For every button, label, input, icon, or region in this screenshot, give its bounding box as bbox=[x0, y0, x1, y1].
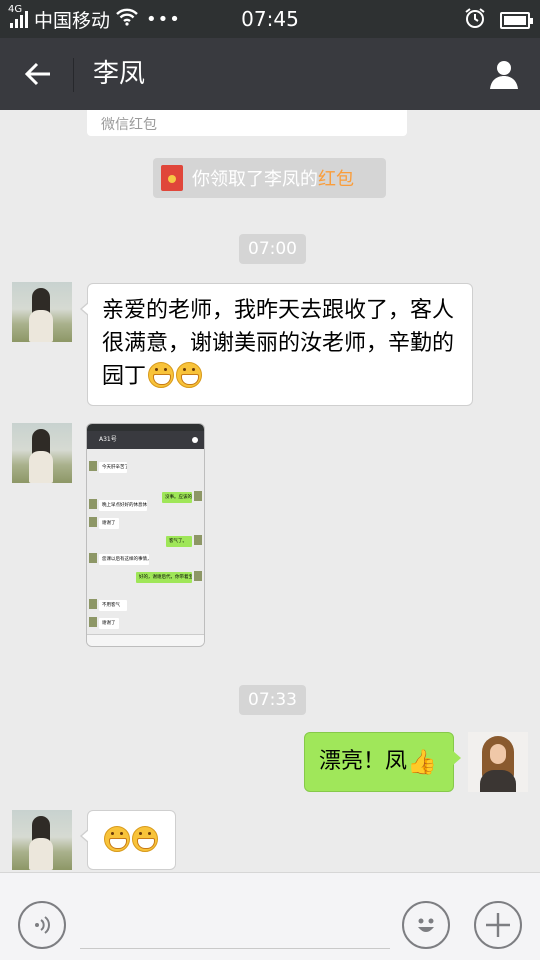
status-bar: 4G 中国移动 ••• 07:45 bbox=[0, 0, 540, 38]
battery-icon bbox=[500, 11, 533, 29]
hongbao-notice-prefix: 你领取了李凤的 bbox=[192, 169, 318, 190]
back-button[interactable] bbox=[18, 56, 58, 92]
chat-area[interactable]: 微信红包 你领取了李凤的红包 07:00 亲爱的老师，我昨天去跟收了，客人很满意… bbox=[0, 110, 540, 872]
more-actions-button[interactable] bbox=[474, 901, 522, 949]
image-message[interactable]: A31号 今天肝辛苦了!没事。应该的晚上早点好好的休息休息!谢谢了客气了。您课以… bbox=[86, 423, 205, 647]
timestamp: 07:33 bbox=[239, 685, 306, 715]
grin-emoji bbox=[148, 362, 175, 388]
input-bar bbox=[0, 872, 540, 960]
mini-avatar bbox=[194, 535, 202, 545]
mini-message: 不用客气 bbox=[99, 600, 127, 611]
title-divider bbox=[73, 58, 74, 92]
grin-emoji bbox=[132, 826, 158, 852]
mini-avatar bbox=[89, 599, 97, 609]
smiley-icon bbox=[418, 918, 434, 932]
mini-avatar bbox=[89, 461, 97, 471]
mini-avatar bbox=[89, 499, 97, 509]
thumbs-up-emoji: 👍 bbox=[407, 748, 437, 776]
chat-info-button[interactable] bbox=[484, 56, 524, 92]
hongbao-card[interactable]: 微信红包 bbox=[87, 110, 407, 136]
message-input[interactable] bbox=[80, 913, 390, 949]
mini-avatar bbox=[89, 517, 97, 527]
my-avatar[interactable] bbox=[468, 732, 528, 792]
message-text: 漂亮！凤 bbox=[319, 749, 408, 774]
emoji-button[interactable] bbox=[402, 901, 450, 949]
mini-avatar bbox=[89, 617, 97, 627]
red-packet-icon bbox=[161, 165, 183, 191]
voice-button[interactable] bbox=[18, 901, 66, 949]
page-title: 李凤 bbox=[93, 59, 146, 89]
mini-input-bar bbox=[87, 634, 204, 646]
avatar[interactable] bbox=[12, 423, 72, 483]
avatar[interactable] bbox=[12, 810, 72, 870]
alarm-icon bbox=[464, 7, 486, 33]
message-bubble-outgoing[interactable]: 漂亮！凤👍 bbox=[304, 732, 461, 792]
hongbao-link[interactable]: 红包 bbox=[318, 169, 354, 190]
plus-icon bbox=[486, 913, 510, 937]
message-bubble[interactable]: 亲爱的老师，我昨天去跟收了，客人很满意，谢谢美丽的汝老师，辛勤的园丁 bbox=[80, 283, 473, 406]
mini-message: 谢谢了 bbox=[99, 618, 119, 629]
mini-message: 谢谢了 bbox=[99, 518, 119, 529]
hongbao-card-label: 微信红包 bbox=[101, 117, 157, 133]
person-icon bbox=[490, 61, 518, 89]
mini-message: 您课以后有这样的事情，在找我 bbox=[99, 554, 149, 565]
mini-avatar bbox=[89, 553, 97, 563]
grin-emoji bbox=[176, 362, 203, 388]
mini-title: A31号 bbox=[87, 431, 204, 449]
grin-emoji bbox=[104, 826, 130, 852]
mini-message: 今天肝辛苦了! bbox=[99, 462, 127, 473]
status-right bbox=[464, 7, 533, 33]
status-time: 07:45 bbox=[241, 7, 299, 31]
mini-message: 好的，谢谢后代，你带着宝贝一直去睡，也辛苦了，好好休息 bbox=[136, 572, 192, 583]
mini-avatar bbox=[194, 571, 202, 581]
message-bubble[interactable] bbox=[80, 810, 176, 870]
hongbao-notice-text: 你领取了李凤的红包 bbox=[192, 165, 354, 191]
mini-message: 晚上早点好好的休息休息! bbox=[99, 500, 147, 511]
avatar[interactable] bbox=[12, 282, 72, 342]
title-bar: 李凤 bbox=[0, 38, 540, 110]
mini-status-bar bbox=[87, 424, 204, 431]
mini-message: 没事。应该的 bbox=[162, 492, 192, 503]
timestamp: 07:00 bbox=[239, 234, 306, 264]
mini-message: 客气了。 bbox=[166, 536, 192, 547]
voice-icon bbox=[35, 916, 50, 934]
battery-fill bbox=[504, 15, 526, 25]
mini-avatar bbox=[194, 491, 202, 501]
arrow-left-icon bbox=[24, 62, 50, 86]
hongbao-notice: 你领取了李凤的红包 bbox=[153, 158, 386, 198]
